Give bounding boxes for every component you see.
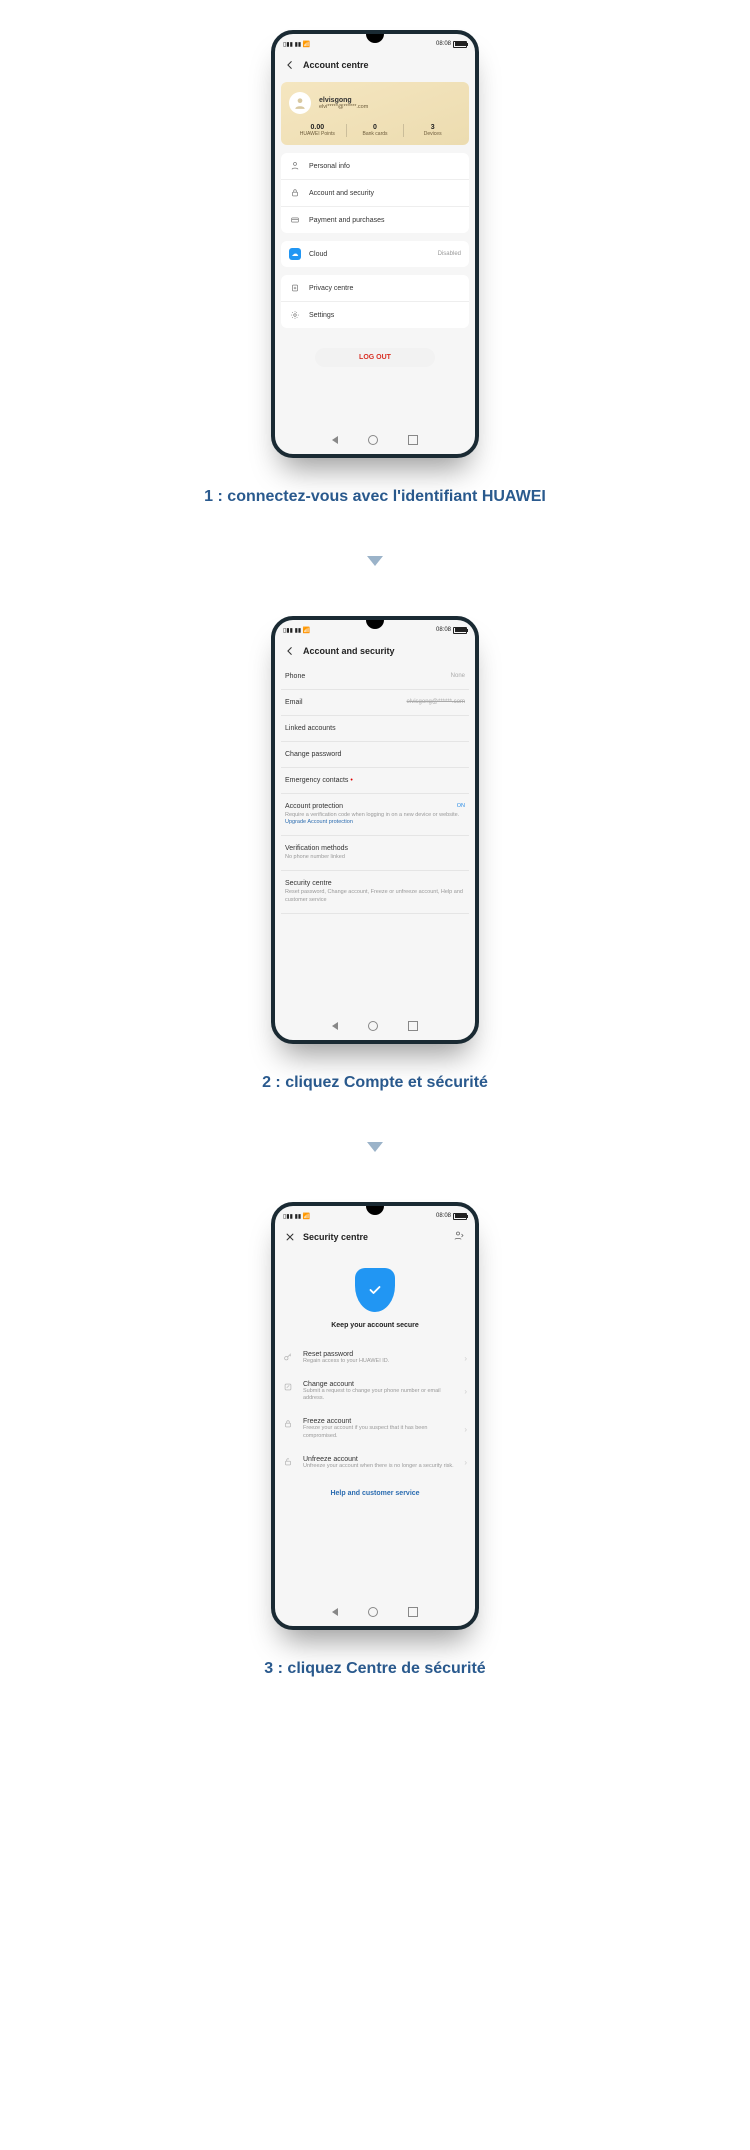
- chevron-right-icon: ›: [464, 1354, 467, 1363]
- nav-home-icon[interactable]: [368, 1607, 378, 1617]
- chevron-right-icon: ›: [464, 1387, 467, 1396]
- row-unfreeze[interactable]: Unfreeze account Unfreeze your account w…: [281, 1448, 469, 1478]
- chevron-right-icon: ›: [464, 1425, 467, 1434]
- row-change-password[interactable]: Change password: [281, 742, 469, 768]
- person-icon: [289, 160, 301, 172]
- row-phone[interactable]: Phone None: [281, 664, 469, 690]
- cloud-status: Disabled: [438, 251, 461, 257]
- header-bar: Security centre: [275, 1224, 475, 1250]
- row-reset-password[interactable]: Reset password Regain access to your HUA…: [281, 1343, 469, 1373]
- battery-icon: [453, 627, 467, 634]
- stat-bankcards[interactable]: 0 Bank cards: [347, 124, 405, 137]
- stat-devices[interactable]: 3 Devices: [404, 124, 461, 137]
- status-time: 08:08: [436, 41, 451, 47]
- logout-button[interactable]: LOG OUT: [315, 348, 435, 367]
- nav-recent-icon[interactable]: [408, 1607, 418, 1617]
- shield-icon: [355, 1268, 395, 1312]
- row-account-protection[interactable]: Account protection ON Require a verifica…: [281, 794, 469, 836]
- required-dot-icon: •: [350, 777, 352, 784]
- user-name: elvisgong: [319, 97, 368, 104]
- caption-2: 2 : cliquez Compte et sécurité: [262, 1074, 488, 1092]
- battery-icon: [453, 41, 467, 48]
- battery-icon: [453, 1213, 467, 1220]
- status-time: 08:08: [436, 1213, 451, 1219]
- security-heading: Keep your account secure: [281, 1322, 469, 1329]
- user-email: elvi*****@******.com: [319, 104, 368, 110]
- protection-state: ON: [457, 803, 465, 810]
- avatar: [289, 92, 311, 114]
- menu-personal-info[interactable]: Personal info: [281, 153, 469, 180]
- nav-bar: [275, 426, 475, 454]
- menu-account-security[interactable]: Account and security: [281, 180, 469, 207]
- phone-screen-2: ▯▮▮ ▮▮ 📶 08:08 Account and security Phon…: [271, 616, 479, 1044]
- stat-points[interactable]: 0.00 HUAWEI Points: [289, 124, 347, 137]
- nav-back-icon[interactable]: [332, 1608, 338, 1616]
- nav-bar: [275, 1012, 475, 1040]
- down-arrow-icon: [367, 556, 383, 566]
- row-emergency[interactable]: Emergency contacts •: [281, 768, 469, 794]
- status-time: 08:08: [436, 627, 451, 633]
- lock-icon: [289, 187, 301, 199]
- key-icon: [283, 1352, 295, 1364]
- row-verification[interactable]: Verification methods No phone number lin…: [281, 836, 469, 871]
- chevron-right-icon: ›: [464, 1458, 467, 1467]
- page-title: Account centre: [303, 60, 369, 70]
- back-icon[interactable]: [285, 60, 295, 70]
- nav-back-icon[interactable]: [332, 436, 338, 444]
- signal-indicator: ▯▮▮ ▮▮ 📶: [283, 41, 310, 48]
- back-icon[interactable]: [285, 646, 295, 656]
- menu-settings[interactable]: Settings: [281, 302, 469, 328]
- privacy-icon: [289, 282, 301, 294]
- page-title: Account and security: [303, 646, 395, 656]
- row-linked[interactable]: Linked accounts: [281, 716, 469, 742]
- signal-indicator: ▯▮▮ ▮▮ 📶: [283, 1213, 310, 1220]
- row-change-account[interactable]: Change account Submit a request to chang…: [281, 1373, 469, 1410]
- nav-home-icon[interactable]: [368, 1021, 378, 1031]
- menu-privacy[interactable]: Privacy centre: [281, 275, 469, 302]
- nav-bar: [275, 1598, 475, 1626]
- down-arrow-icon: [367, 1142, 383, 1152]
- caption-1: 1 : connectez-vous avec l'identifiant HU…: [204, 488, 546, 506]
- user-card[interactable]: elvisgong elvi*****@******.com 0.00 HUAW…: [281, 82, 469, 145]
- upgrade-link[interactable]: Upgrade Account protection: [285, 819, 353, 825]
- header-bar: Account and security: [275, 638, 475, 664]
- edit-icon: [283, 1382, 295, 1394]
- header-bar: Account centre: [275, 52, 475, 78]
- help-link[interactable]: Help and customer service: [281, 1478, 469, 1509]
- nav-back-icon[interactable]: [332, 1022, 338, 1030]
- cloud-icon: ☁: [289, 248, 301, 260]
- nav-recent-icon[interactable]: [408, 1021, 418, 1031]
- phone-value: None: [451, 673, 465, 680]
- lock-icon: [283, 1419, 295, 1431]
- card-icon: [289, 214, 301, 226]
- page-title: Security centre: [303, 1232, 368, 1242]
- nav-recent-icon[interactable]: [408, 435, 418, 445]
- menu-list: Personal info Account and security Payme…: [281, 153, 469, 233]
- row-security-centre[interactable]: Security centre Reset password, Change a…: [281, 871, 469, 913]
- user-stats: 0.00 HUAWEI Points 0 Bank cards 3 Device…: [289, 124, 461, 137]
- account-switch-icon[interactable]: [453, 1230, 465, 1245]
- close-icon[interactable]: [285, 1232, 295, 1242]
- menu-payment[interactable]: Payment and purchases: [281, 207, 469, 233]
- signal-indicator: ▯▮▮ ▮▮ 📶: [283, 627, 310, 634]
- nav-home-icon[interactable]: [368, 435, 378, 445]
- phone-screen-1: ▯▮▮ ▮▮ 📶 08:08 Account centre elvisgong …: [271, 30, 479, 458]
- row-freeze[interactable]: Freeze account Freeze your account if yo…: [281, 1410, 469, 1447]
- email-value: elvisgong@******.com: [407, 699, 465, 706]
- unlock-icon: [283, 1457, 295, 1469]
- menu-cloud[interactable]: ☁ Cloud Disabled: [281, 241, 469, 267]
- row-email[interactable]: Email elvisgong@******.com: [281, 690, 469, 716]
- caption-3: 3 : cliquez Centre de sécurité: [264, 1660, 485, 1678]
- phone-screen-3: ▯▮▮ ▮▮ 📶 08:08 Security centre Keep your…: [271, 1202, 479, 1630]
- gear-icon: [289, 309, 301, 321]
